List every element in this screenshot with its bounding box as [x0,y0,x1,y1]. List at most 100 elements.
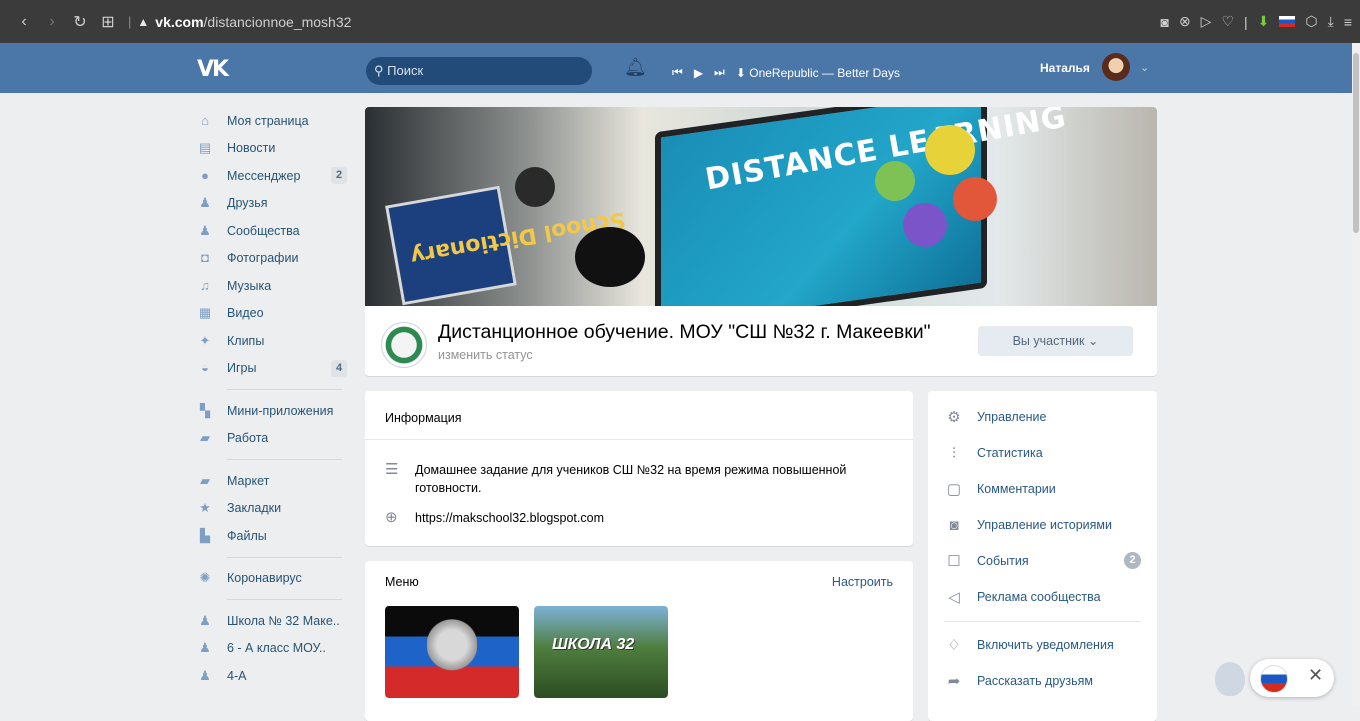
sidebar-item[interactable]: ✺ Коронавирус [197,565,347,593]
sidebar-item-label: Коронавирус [227,571,302,586]
sidebar-item-label: Файлы [227,528,267,543]
member-button[interactable]: Вы участник ⌄ [978,326,1133,356]
action-item[interactable]: ☐ События [944,551,1029,571]
action-label: События [977,554,1029,568]
scrollbar-thumb[interactable] [1353,53,1359,233]
sidebar-item[interactable]: ✦ Клипы [197,327,347,355]
russia-flag-icon[interactable] [1260,665,1288,693]
friends-icon: ♟ [199,195,211,211]
group-cover-card: School Dictionary DISTANCE LEARNING Дист… [365,107,1157,376]
next-track-icon[interactable]: ⏭︎ [714,65,725,80]
actions-card: ⚙ Управление ⫶ Статистика ▢ Комментарии ◙ Управ… [928,391,1157,721]
action-item[interactable]: ◙ Управление историями [944,515,1112,535]
work-icon: ▰ [200,430,210,446]
block-icon[interactable]: ⊗ [1179,13,1191,30]
sidebar-item[interactable]: ♟ Школа № 32 Маке.. [197,607,347,635]
group-name: Дистанционное обучение. МОУ "СШ №32 г. М… [438,321,931,343]
sidebar-item-label: Мессенджер [227,168,301,183]
home-icon: ⌂ [201,112,209,128]
info-description: Домашнее задание для учеников СШ №32 на … [415,463,847,495]
action-label: Статистика [977,446,1043,460]
forward-icon[interactable]: › [38,13,66,31]
sidebar-item[interactable]: ♫ Музыка [197,272,347,300]
previous-track-icon[interactable]: ⏮︎ [672,65,683,80]
sidebar-item[interactable]: ▰ Работа [197,425,347,453]
sidebar-item[interactable]: ▚ Мини-приложения [197,397,347,425]
communities-icon: ♟ [199,222,211,238]
menu-tile-coat-of-arms[interactable] [385,606,519,698]
avatar[interactable] [1102,53,1130,81]
sidebar-item[interactable]: ▤ Новости [197,135,347,163]
bell-icon: ♢ [947,637,961,654]
search-input[interactable]: ⚲ Поиск [366,57,592,85]
sidebar-item[interactable]: ♟ Сообщества [197,217,347,245]
change-status-link[interactable]: изменить статус [438,348,533,362]
events-count-badge: 2 [1124,552,1141,569]
sidebar-item[interactable]: ♟ Друзья [197,190,347,218]
address-bar[interactable]: vk.com/distancionnoe_mosh32 [155,14,351,30]
action-item[interactable]: ♢ Включить уведомления [944,635,1113,655]
group-icon: ♟ [199,667,211,683]
flame-icon[interactable] [1215,662,1245,696]
group-avatar[interactable] [381,322,427,368]
tabs-grid-icon[interactable]: ⊞ [94,12,122,32]
sidebar-divider [227,459,342,460]
files-icon: ▙ [200,527,210,543]
sidebar-item[interactable]: ♟ 6 - А класс МОУ.. [197,635,347,663]
camera-icon[interactable]: ◙ [1160,14,1168,30]
action-item[interactable]: ◁ Реклама сообщества [944,587,1100,607]
page-scrollbar[interactable] [1352,43,1360,707]
search-icon: ⚲ [374,63,388,78]
menu-tile-school[interactable]: ШКОЛА 32 [534,606,668,698]
menu-icon[interactable]: ≡ [1344,14,1352,30]
sidebar-item-label: 4-А [227,668,247,683]
user-name[interactable]: Наталья [1040,61,1090,75]
sidebar-item-label: Сообщества [227,223,300,238]
configure-link[interactable]: Настроить [832,575,893,589]
sidebar-divider [227,556,342,558]
close-icon[interactable]: ✕ [1308,665,1323,686]
divider [365,439,913,440]
sidebar-item[interactable]: ▦ Видео [197,300,347,328]
sidebar-item-label: Игры [227,361,257,376]
sidebar-item[interactable]: ◘ Фотографии [197,245,347,273]
lock-icon[interactable]: ▲ [137,15,149,29]
cube-icon[interactable]: ⬡ [1305,13,1317,30]
download-manager-icon[interactable]: ⬇ [1258,13,1270,30]
decorative-cup [575,227,645,287]
action-item[interactable]: ⚙ Управление [944,407,1046,427]
download-icon[interactable]: ⤓ [1328,13,1334,30]
sidebar-item[interactable]: ● Мессенджер 2 [197,162,347,190]
flag-icon[interactable] [1279,16,1296,27]
sidebar-item[interactable]: ♟ 4-А [197,662,347,690]
stories-icon: ◙ [949,516,959,534]
language-widget: ✕ [1250,659,1334,697]
sidebar-item[interactable]: ◒ Игры 4 [197,355,347,383]
sidebar-divider [227,389,342,390]
heart-icon[interactable]: ♡ [1221,13,1234,30]
action-item[interactable]: ▢ Комментарии [944,479,1056,499]
info-link[interactable]: https://makschool32.blogspot.com [415,511,604,525]
menu-title: Меню [385,575,419,589]
action-item[interactable]: ⫶ Статистика [944,443,1043,463]
audio-player: ⏮︎ ▶ ⏭︎ ⬇ OneRepublic — Better Days [672,65,900,80]
action-item[interactable]: ➦ Рассказать друзьям [944,671,1093,691]
reload-icon[interactable]: ↻ [66,12,94,32]
track-name: OneRepublic — Better Days [749,65,900,80]
sidebar-item[interactable]: ▰ Маркет [197,467,347,495]
pencil-icon [953,177,997,221]
sidebar-item[interactable]: ▙ Файлы [197,522,347,550]
vk-logo[interactable]: VK [197,57,229,82]
back-icon[interactable]: ‹ [10,13,38,31]
play-icon[interactable]: ▶ [694,66,703,80]
sidebar-item[interactable]: ★ Закладки [197,495,347,523]
chevron-down-icon[interactable]: ⌄ [1140,61,1149,74]
send-icon[interactable]: ▷ [1201,13,1212,30]
counter-badge: 2 [331,167,347,184]
coronavirus-icon: ✺ [199,570,211,586]
track-title[interactable]: ⬇ OneRepublic — Better Days [736,66,900,80]
notifications-bell-icon[interactable]: 🔔︎ [624,57,647,78]
ads-icon: ◁ [948,589,960,606]
action-label: Рассказать друзьям [977,674,1094,688]
sidebar-item[interactable]: ⌂ Моя страница [197,107,347,135]
